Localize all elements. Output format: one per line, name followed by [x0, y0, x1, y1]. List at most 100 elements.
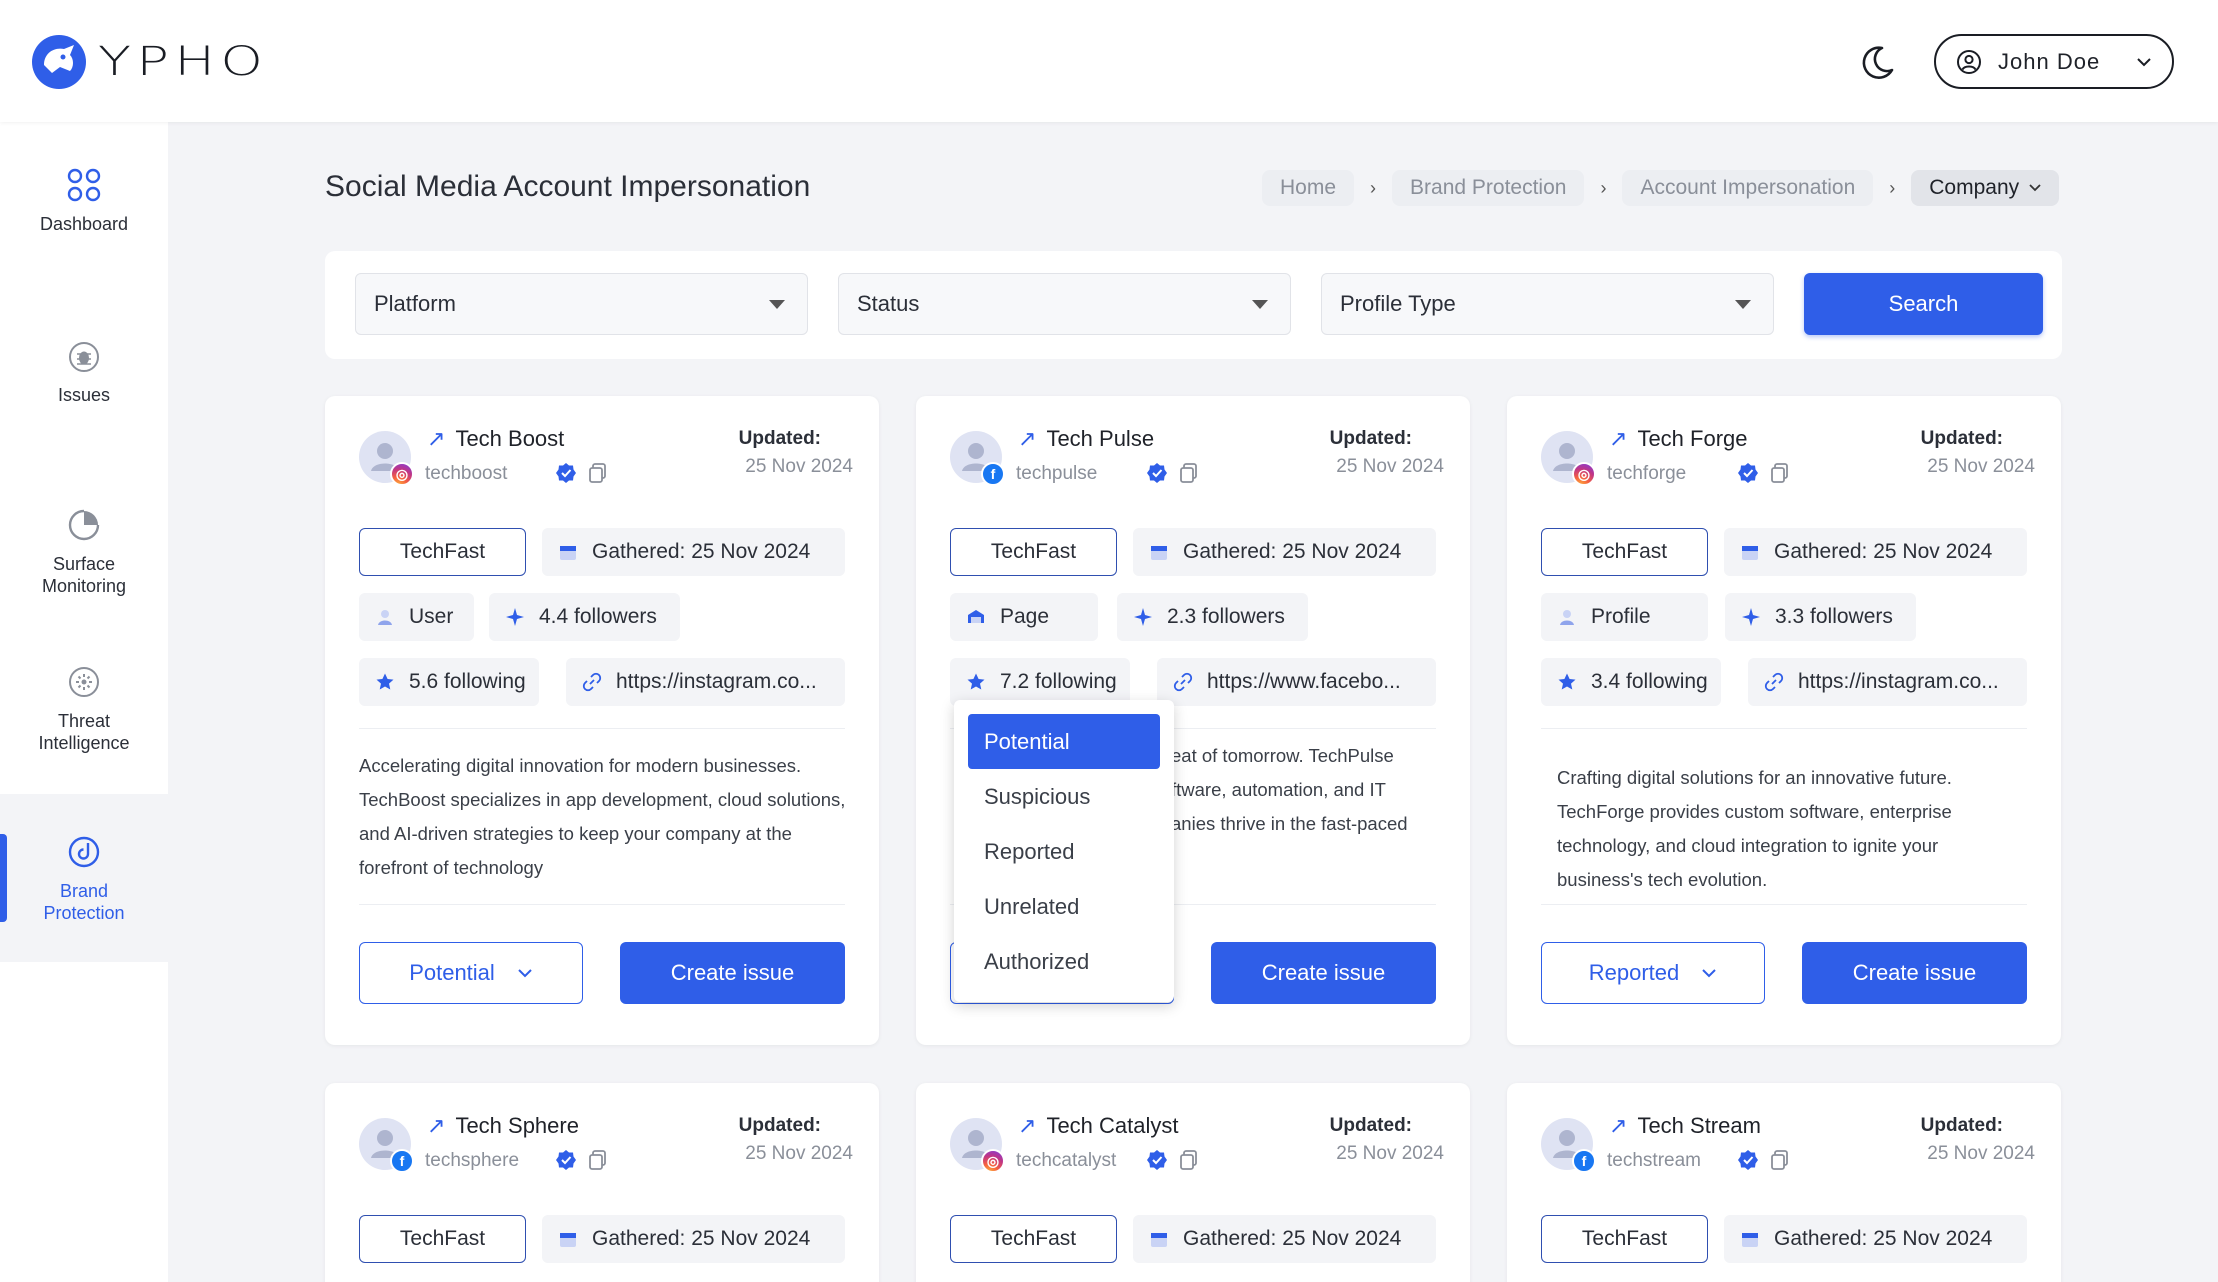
platform-select[interactable]: Platform — [355, 273, 808, 335]
copy-icon[interactable] — [1179, 462, 1199, 484]
intel-icon — [69, 667, 99, 697]
sidebar: Dashboard Issues Surface Monitoring Thre… — [0, 122, 168, 1282]
following-count: 7.2 following — [1000, 670, 1117, 693]
gathered-date-chip: Gathered: 25 Nov 2024 — [1133, 528, 1436, 576]
star-icon — [376, 673, 394, 690]
status-option-authorized[interactable]: Authorized — [968, 934, 1160, 989]
updated-date: 25 Nov 2024 — [1336, 456, 1444, 477]
gathered-date: Gathered: 25 Nov 2024 — [592, 540, 811, 563]
updated-label: Updated: — [1329, 1115, 1412, 1136]
facebook-icon: f — [390, 1149, 414, 1173]
sparkle-icon — [506, 608, 524, 626]
account-name-link[interactable]: ↗ Tech Stream — [1609, 1113, 1761, 1139]
copy-icon[interactable] — [1179, 1149, 1199, 1171]
bug-icon — [69, 342, 99, 372]
verified-badge-icon — [1147, 463, 1167, 483]
create-issue-button[interactable]: Create issue — [1211, 942, 1436, 1004]
instagram-icon: ◎ — [390, 462, 414, 486]
profile-url-link[interactable]: https://www.facebo... — [1157, 658, 1436, 706]
sparkle-icon — [1742, 608, 1760, 626]
avatar: ◎ — [950, 1118, 1005, 1173]
copy-icon[interactable] — [588, 1149, 608, 1171]
copy-icon[interactable] — [1770, 1149, 1790, 1171]
status-option-unrelated[interactable]: Unrelated — [968, 879, 1160, 934]
breadcrumb-brand-protection[interactable]: Brand Protection — [1392, 170, 1585, 206]
followers-count: 4.4 followers — [539, 605, 657, 628]
create-issue-button[interactable]: Create issue — [1802, 942, 2027, 1004]
account-name-link[interactable]: ↗ Tech Catalyst — [1018, 1113, 1179, 1139]
account-name: Tech Boost — [455, 426, 565, 451]
account-card: f ↗ Tech Stream techstream Updated: 25 N… — [1507, 1083, 2061, 1282]
divider — [359, 904, 845, 905]
sidebar-item-brand-protection[interactable]: Brand Protection — [0, 794, 168, 962]
company-tag: TechFast — [359, 528, 526, 576]
status-dropdown-button[interactable]: Reported — [1541, 942, 1765, 1004]
sidebar-item-label: Brand Protection — [43, 881, 125, 923]
instagram-icon: ◎ — [981, 1149, 1005, 1173]
calendar-icon — [1742, 546, 1758, 560]
updated-label: Updated: — [1920, 1115, 2003, 1136]
company-tag-label: TechFast — [399, 540, 486, 563]
gathered-date: Gathered: 25 Nov 2024 — [1774, 1227, 1993, 1250]
account-name-link[interactable]: ↗ Tech Pulse — [1018, 426, 1154, 452]
instagram-icon: ◎ — [1572, 462, 1596, 486]
followers-chip: 2.3 followers — [1117, 593, 1308, 641]
updated-label: Updated: — [738, 428, 821, 449]
status-select-value: Status — [857, 291, 920, 316]
account-description: Crafting digital solutions for an innova… — [1557, 767, 1952, 890]
sidebar-item-surface-monitoring[interactable]: Surface Monitoring — [0, 507, 168, 627]
copy-icon[interactable] — [588, 462, 608, 484]
company-tag-label: TechFast — [1581, 1227, 1668, 1250]
sidebar-item-threat-intelligence[interactable]: Threat Intelligence — [0, 664, 168, 784]
avatar: f — [359, 1118, 414, 1173]
breadcrumb: Home › Brand Protection › Account Impers… — [1262, 170, 2060, 206]
profile-url-link[interactable]: https://instagram.co... — [566, 658, 845, 706]
breadcrumb-company[interactable]: Company — [1911, 170, 2060, 206]
verified-badge-icon — [1738, 1150, 1758, 1170]
search-button[interactable]: Search — [1804, 273, 2043, 335]
account-description: eat of tomorrow. TechPulse ftware, autom… — [1171, 739, 1431, 841]
profile-type-select[interactable]: Profile Type — [1321, 273, 1774, 335]
account-card: ◎ ↗ Tech Forge techforge Updated: 25 Nov… — [1507, 396, 2061, 1045]
top-header: YPHO John Doe — [0, 0, 2218, 122]
divider — [1541, 728, 2027, 729]
status-dropdown-button[interactable]: Potential — [359, 942, 583, 1004]
breadcrumb-account-impersonation[interactable]: Account Impersonation — [1622, 170, 1874, 206]
account-handle: techboost — [425, 463, 508, 484]
brand-logo[interactable]: YPHO — [30, 32, 263, 92]
status-option-suspicious[interactable]: Suspicious — [968, 769, 1160, 824]
dark-mode-moon-icon[interactable] — [1858, 42, 1898, 82]
gathered-date-chip: Gathered: 25 Nov 2024 — [1724, 1215, 2027, 1263]
status-option-reported[interactable]: Reported — [968, 824, 1160, 879]
calendar-icon — [1151, 546, 1167, 560]
company-tag-label: TechFast — [1581, 540, 1668, 563]
account-name-link[interactable]: ↗ Tech Sphere — [427, 1113, 579, 1139]
copy-icon[interactable] — [1770, 462, 1790, 484]
facebook-icon: f — [1572, 1149, 1596, 1173]
account-name-link[interactable]: ↗ Tech Forge — [1609, 426, 1748, 452]
updated-date: 25 Nov 2024 — [1927, 1143, 2035, 1164]
account-card: f ↗ Tech Sphere techsphere Updated: 25 N… — [325, 1083, 879, 1282]
followers-chip: 3.3 followers — [1725, 593, 1916, 641]
avatar: ◎ — [1541, 431, 1596, 486]
external-link-arrow-icon: ↗ — [1018, 1113, 1037, 1138]
chevron-down-icon — [518, 969, 532, 978]
status-option-potential[interactable]: Potential — [968, 714, 1160, 769]
status-dropdown-menu: Potential Suspicious Reported Unrelated … — [954, 700, 1174, 1002]
breadcrumb-current-label: Company — [1929, 176, 2020, 199]
profile-url-link[interactable]: https://instagram.co... — [1748, 658, 2027, 706]
account-handle: techforge — [1607, 463, 1687, 484]
status-select[interactable]: Status — [838, 273, 1291, 335]
link-icon — [1173, 672, 1193, 692]
breadcrumb-home[interactable]: Home — [1262, 170, 1355, 206]
sidebar-item-dashboard[interactable]: Dashboard — [0, 167, 168, 287]
user-circle-icon — [1957, 49, 1981, 74]
account-handle: techcatalyst — [1016, 1150, 1117, 1171]
account-name-link[interactable]: ↗ Tech Boost — [427, 426, 564, 452]
user-icon — [1560, 610, 1574, 625]
external-link-arrow-icon: ↗ — [1018, 426, 1037, 451]
sidebar-item-issues[interactable]: Issues — [0, 340, 168, 450]
user-menu-button[interactable]: John Doe — [1934, 34, 2174, 89]
create-issue-button[interactable]: Create issue — [620, 942, 845, 1004]
updated-date: 25 Nov 2024 — [745, 1143, 853, 1164]
